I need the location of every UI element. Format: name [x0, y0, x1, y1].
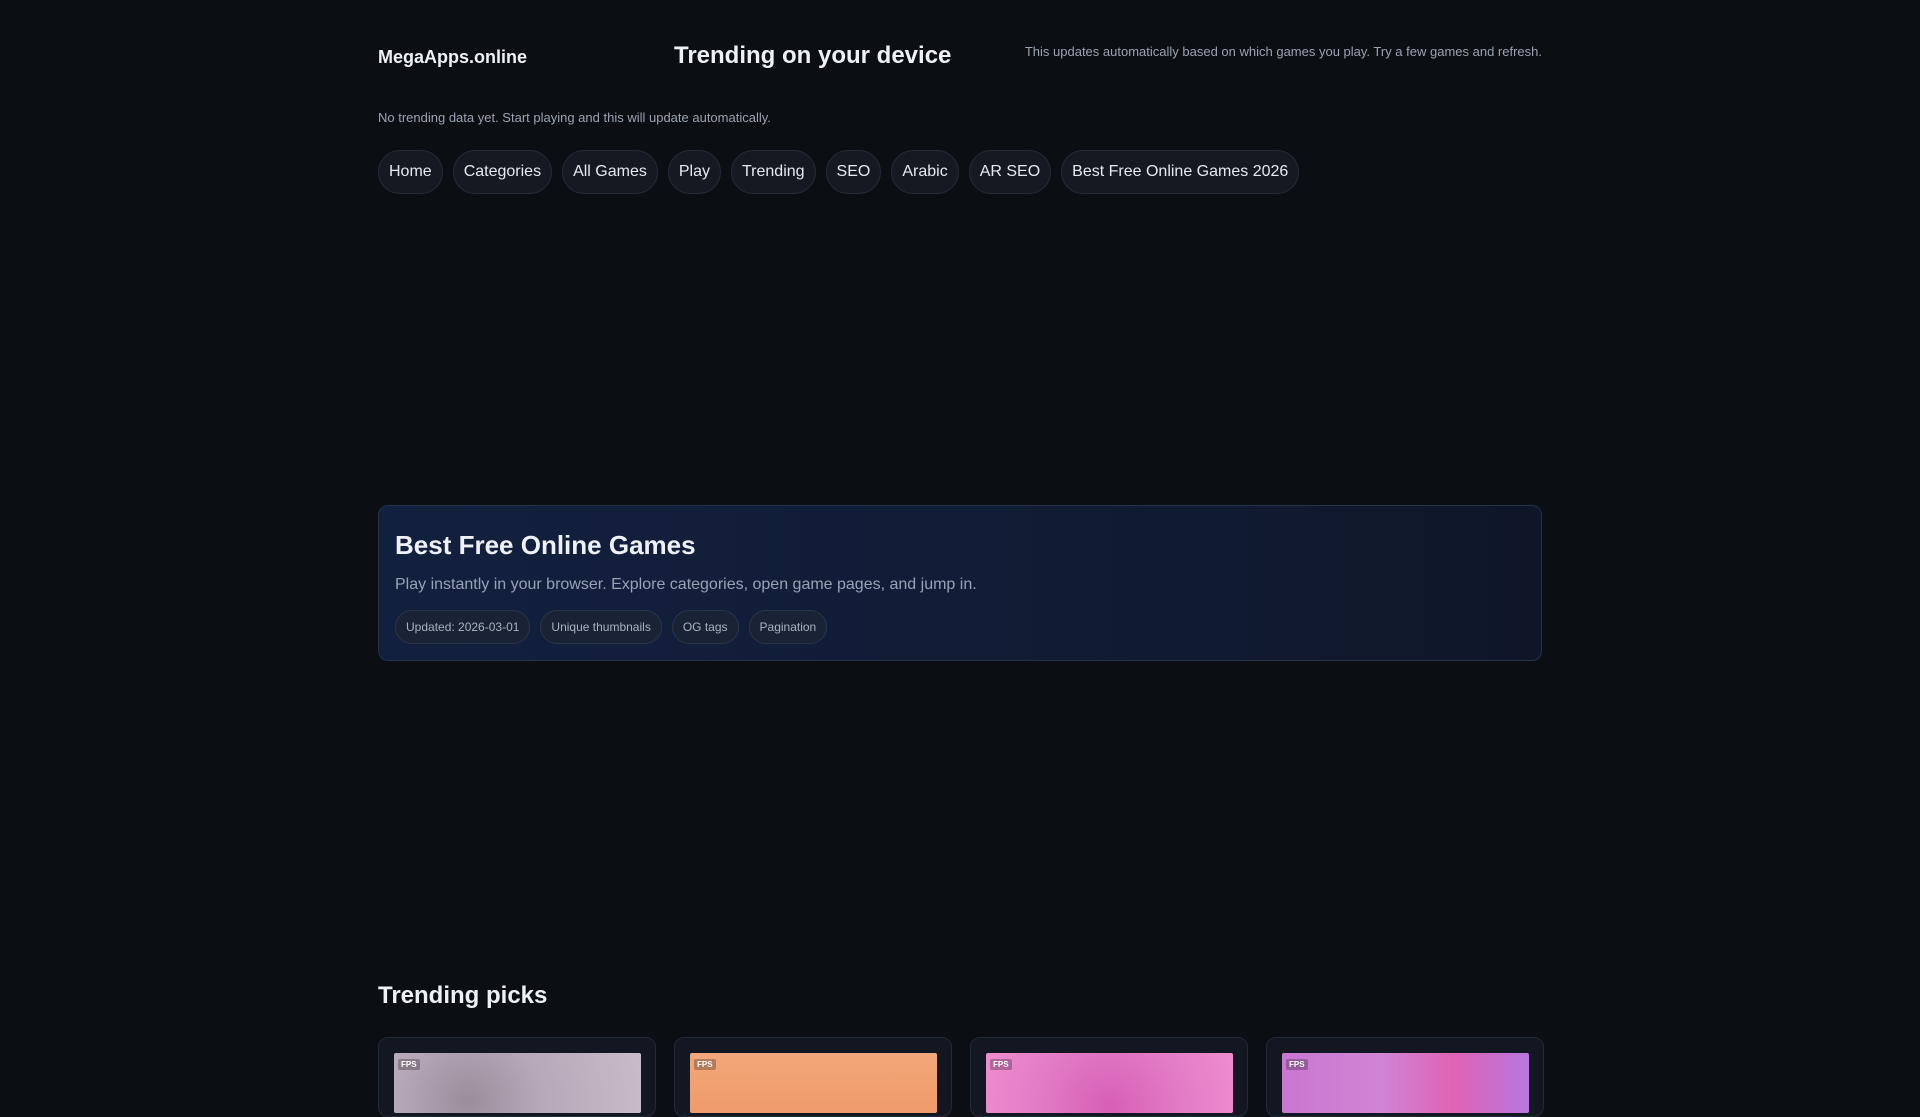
- game-badge: FPS: [694, 1059, 716, 1070]
- trending-cards: FPS FPS FPS FPS: [378, 1037, 1544, 1117]
- trending-picks-title: Trending picks: [378, 982, 548, 1009]
- game-card[interactable]: FPS: [970, 1037, 1248, 1117]
- game-badge: FPS: [990, 1059, 1012, 1070]
- hero-tags: Updated: 2026-03-01 Unique thumbnails OG…: [395, 610, 828, 644]
- nav-all-games[interactable]: All Games: [562, 150, 658, 194]
- page-title: Trending on your device: [674, 42, 952, 69]
- nav-best-free-games-2026[interactable]: Best Free Online Games 2026: [1061, 150, 1300, 194]
- nav-trending[interactable]: Trending: [730, 150, 816, 194]
- nav-play[interactable]: Play: [667, 150, 721, 194]
- nav-ar-seo[interactable]: AR SEO: [968, 150, 1052, 194]
- game-card[interactable]: FPS: [378, 1037, 656, 1117]
- tag-unique-thumbnails: Unique thumbnails: [540, 610, 662, 644]
- game-card[interactable]: FPS: [1266, 1037, 1544, 1117]
- header: MegaApps.online Trending on your device …: [378, 40, 1542, 80]
- hero-subtitle: Play instantly in your browser. Explore …: [395, 576, 977, 593]
- game-thumbnail[interactable]: FPS: [394, 1053, 641, 1113]
- nav-seo[interactable]: SEO: [825, 150, 882, 194]
- nav-arabic[interactable]: Arabic: [891, 150, 959, 194]
- game-thumbnail[interactable]: FPS: [986, 1053, 1233, 1113]
- hero-card: Best Free Online Games Play instantly in…: [378, 505, 1542, 661]
- header-note: This updates automatically based on whic…: [1024, 44, 1542, 59]
- page-container: MegaApps.online Trending on your device …: [378, 0, 1544, 1117]
- nav-categories[interactable]: Categories: [452, 150, 553, 194]
- tag-updated: Updated: 2026-03-01: [395, 610, 531, 644]
- nav-bar: Home Categories All Games Play Trending …: [378, 150, 1300, 194]
- trending-status-text: No trending data yet. Start playing and …: [378, 110, 771, 125]
- game-thumbnail[interactable]: FPS: [1282, 1053, 1529, 1113]
- game-badge: FPS: [1286, 1059, 1308, 1070]
- game-badge: FPS: [398, 1059, 420, 1070]
- tag-og-tags: OG tags: [671, 610, 739, 644]
- tag-pagination: Pagination: [748, 610, 828, 644]
- hero-title: Best Free Online Games: [395, 530, 696, 560]
- game-thumbnail[interactable]: FPS: [690, 1053, 937, 1113]
- nav-home[interactable]: Home: [378, 150, 443, 194]
- brand-logo-link[interactable]: MegaApps.online: [378, 47, 527, 68]
- game-card[interactable]: FPS: [674, 1037, 952, 1117]
